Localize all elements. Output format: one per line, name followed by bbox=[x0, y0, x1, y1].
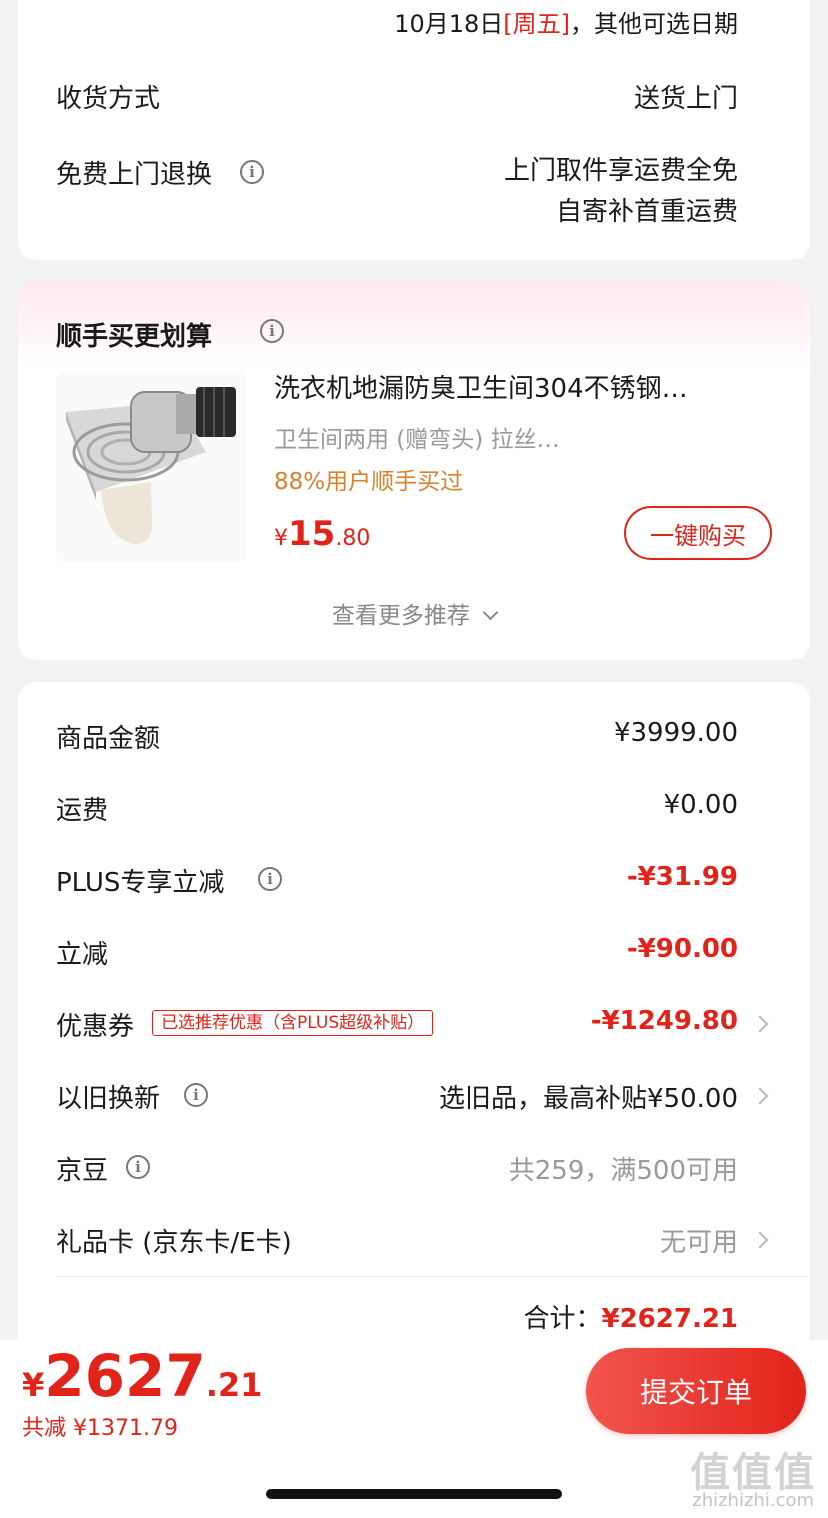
gift-card-label: 礼品卡 (京东卡/E卡) bbox=[56, 1228, 292, 1258]
shipping-fee-value: ¥0.00 bbox=[663, 790, 738, 820]
total-savings: 共减 ¥1371.79 bbox=[22, 1416, 178, 1441]
trade-in-value[interactable]: 选旧品，最高补贴¥50.00 bbox=[439, 1078, 738, 1115]
chevron-down-icon bbox=[482, 604, 499, 621]
plus-discount-value: -¥31.99 bbox=[626, 862, 738, 892]
total-label: 合计： bbox=[523, 1304, 602, 1334]
total-value: ¥2627.21 bbox=[601, 1304, 738, 1334]
product-name[interactable]: 洗衣机地漏防臭卫生间304不锈钢… bbox=[274, 368, 688, 405]
trade-in-label: 以旧换新 bbox=[56, 1084, 161, 1114]
info-icon[interactable]: i bbox=[126, 1155, 150, 1179]
product-spec: 卫生间两用 (赠弯头) 拉丝… bbox=[274, 427, 560, 453]
social-proof: 88%用户顺手买过 bbox=[274, 469, 464, 495]
delivery-weekday: [周五] bbox=[503, 10, 570, 38]
chevron-right-icon[interactable] bbox=[751, 1231, 769, 1249]
home-indicator[interactable] bbox=[266, 1489, 562, 1499]
receive-method-value[interactable]: 送货上门 bbox=[634, 78, 738, 115]
info-icon[interactable]: i bbox=[258, 867, 282, 891]
more-recommend-label: 查看更多推荐 bbox=[331, 603, 470, 629]
plus-discount-label: PLUS专享立减 bbox=[56, 868, 225, 898]
price-integer: 15 bbox=[288, 514, 336, 554]
footer-price-integer: 2627 bbox=[44, 1342, 206, 1410]
jd-beans-label: 京豆 bbox=[56, 1156, 109, 1186]
shipping-fee-label: 运费 bbox=[56, 796, 109, 826]
price-decimal: .80 bbox=[335, 526, 371, 551]
chevron-right-icon[interactable] bbox=[751, 1087, 769, 1105]
submit-order-button[interactable]: 提交订单 bbox=[586, 1348, 806, 1434]
info-icon[interactable]: i bbox=[240, 160, 264, 184]
price-summary-card: 商品金额 ¥3999.00 运费 ¥0.00 PLUS专享立减 i -¥31.9… bbox=[18, 682, 810, 1382]
product-price: ¥15.80 bbox=[274, 514, 370, 554]
divider bbox=[56, 1276, 810, 1277]
watermark-url: zhizhizhi.com bbox=[692, 1490, 814, 1511]
free-return-value-1: 上门取件享运费全免 bbox=[503, 156, 738, 186]
free-return-value-2: 自寄补首重运费 bbox=[555, 197, 738, 227]
free-return-label: 免费上门退换 bbox=[56, 160, 213, 190]
info-icon[interactable]: i bbox=[260, 319, 284, 343]
delivery-date-suffix: ，其他可选日期 bbox=[570, 10, 738, 38]
total-row: 合计：¥2627.21 bbox=[523, 1298, 738, 1335]
gift-card-value[interactable]: 无可用 bbox=[660, 1222, 738, 1259]
delivery-date-prefix: 10月18日 bbox=[394, 10, 504, 38]
one-click-buy-button[interactable]: 一键购买 bbox=[624, 506, 772, 560]
goods-amount-value: ¥3999.00 bbox=[613, 718, 738, 748]
delivery-card: 10月18日[周五]，其他可选日期 收货方式 送货上门 免费上门退换 i 上门取… bbox=[18, 0, 810, 260]
info-icon[interactable]: i bbox=[184, 1083, 208, 1107]
receive-method-label: 收货方式 bbox=[56, 84, 161, 114]
recommend-card: 顺手买更划算 i 洗衣机地漏防臭卫生间304不锈钢… 卫生间两用 (赠弯头) 拉… bbox=[18, 282, 810, 660]
instant-discount-value: -¥90.00 bbox=[626, 934, 738, 964]
footer-price: ¥2627.21 bbox=[22, 1342, 262, 1410]
footer-price-decimal: .21 bbox=[205, 1366, 263, 1404]
chevron-right-icon[interactable] bbox=[751, 1015, 769, 1033]
more-recommend-link[interactable]: 查看更多推荐 bbox=[18, 596, 810, 630]
product-image[interactable] bbox=[56, 372, 246, 562]
price-symbol: ¥ bbox=[274, 526, 288, 551]
footer-price-symbol: ¥ bbox=[22, 1366, 45, 1404]
goods-amount-label: 商品金额 bbox=[56, 724, 161, 754]
coupon-label: 优惠券 bbox=[56, 1012, 135, 1042]
jd-beans-value: 共259，满500可用 bbox=[508, 1156, 738, 1186]
delivery-date[interactable]: 10月18日[周五]，其他可选日期 bbox=[394, 4, 738, 39]
floor-drain-image bbox=[66, 387, 236, 544]
coupon-tag: 已选推荐优惠（含PLUS超级补贴） bbox=[152, 1010, 434, 1036]
coupon-value[interactable]: -¥1249.80 bbox=[591, 1006, 738, 1036]
instant-discount-label: 立减 bbox=[56, 940, 109, 970]
recommend-title: 顺手买更划算 bbox=[56, 322, 213, 352]
